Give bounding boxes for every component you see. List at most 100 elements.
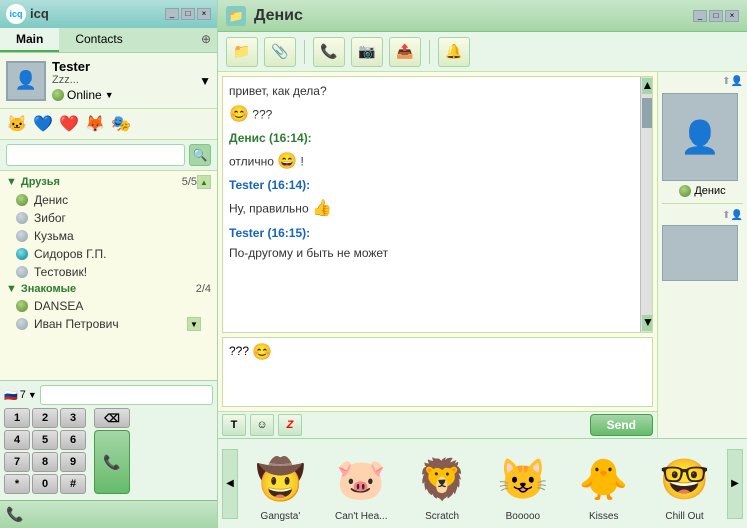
- tab-contacts[interactable]: Contacts: [59, 28, 138, 52]
- send-button[interactable]: Send: [590, 414, 653, 436]
- sidebar-scroll-up[interactable]: ⬆ 👤: [662, 76, 743, 87]
- chat-body: привет, как дела? 😊 ??? Денис (16:14): о…: [218, 72, 747, 438]
- dial-input[interactable]: [40, 385, 213, 405]
- tab-main[interactable]: Main: [0, 28, 59, 52]
- plugin-icon-1[interactable]: 🐱: [6, 113, 28, 135]
- emoji-strip-gangsta[interactable]: 🤠 Gangsta': [252, 449, 308, 522]
- dial-btn-9[interactable]: 9: [60, 452, 86, 472]
- emoji-chillout-label: Chill Out: [665, 511, 703, 522]
- group-friends-count: 5/5: [182, 176, 197, 188]
- status-dropdown-icon[interactable]: ▼: [105, 90, 114, 100]
- contact-item-testovic[interactable]: Тестовик!: [0, 263, 217, 281]
- input-area[interactable]: ??? 😊: [222, 337, 653, 407]
- user-details: Tester Zzz... Online ▼: [52, 59, 191, 102]
- backspace-button[interactable]: ⌫: [94, 408, 130, 428]
- search-input[interactable]: [6, 144, 185, 166]
- contact-item-dansea[interactable]: DANSEA: [0, 297, 217, 315]
- search-button[interactable]: 🔍: [189, 144, 211, 166]
- toolbar-separator-2: [429, 40, 430, 64]
- dial-btn-7[interactable]: 7: [4, 452, 30, 472]
- close-button[interactable]: ×: [197, 8, 211, 20]
- chat-close-button[interactable]: ×: [725, 10, 739, 22]
- toolbar-open-button[interactable]: 📁: [226, 37, 258, 67]
- group-scroll-btn[interactable]: ▲: [197, 175, 211, 189]
- add-contact-icon[interactable]: ⊕: [195, 28, 217, 52]
- chat-minimize-button[interactable]: _: [693, 10, 707, 22]
- call-button[interactable]: 📞: [94, 430, 130, 494]
- dial-btn-3[interactable]: 3: [60, 408, 86, 428]
- format-text-button[interactable]: T: [222, 414, 246, 436]
- emoji-strip-chillout[interactable]: 🤓 Chill Out: [657, 449, 713, 522]
- plugin-icon-3[interactable]: ❤️: [58, 113, 80, 135]
- emoji-button[interactable]: ☺: [250, 414, 274, 436]
- contact-item-zibog[interactable]: Зибог: [0, 209, 217, 227]
- user-dropdown-icon[interactable]: ▼: [199, 74, 211, 88]
- msg-3-body: отлично: [229, 154, 277, 168]
- contact-item-ivan[interactable]: Иван Петрович ▼: [0, 315, 217, 333]
- toolbar-attach-button[interactable]: 📎: [264, 37, 296, 67]
- dial-btn-6[interactable]: 6: [60, 430, 86, 450]
- maximize-button[interactable]: □: [181, 8, 195, 20]
- status-dot-green: [52, 89, 64, 101]
- contacts-scroll-down[interactable]: ▼: [187, 317, 201, 331]
- plugin-icon-4[interactable]: 🦊: [84, 113, 106, 135]
- user-avatar: 👤: [6, 61, 46, 101]
- dial-btn-0[interactable]: 0: [32, 474, 58, 494]
- emoji-strip-canthear[interactable]: 🐷 Can't Hea...: [333, 449, 389, 522]
- user-status-text: Zzz...: [52, 74, 191, 86]
- emoji-strip-scratch[interactable]: 🦁 Scratch: [414, 449, 470, 522]
- toolbar-share-button[interactable]: 📤: [389, 37, 421, 67]
- plugin-icon-5[interactable]: 🎭: [110, 113, 132, 135]
- dial-btn-8[interactable]: 8: [32, 452, 58, 472]
- msg-3-suffix: !: [301, 154, 304, 168]
- message-5-sender: Tester (16:15):: [229, 225, 646, 242]
- contact-item-denis[interactable]: Денис: [0, 191, 217, 209]
- app-title: icq: [30, 6, 49, 21]
- dial-btn-2[interactable]: 2: [32, 408, 58, 428]
- scroll-thumb-down[interactable]: ▼: [642, 315, 652, 331]
- dial-btn-5[interactable]: 5: [32, 430, 58, 450]
- group-friends[interactable]: ▼ Друзья 5/5 ▲: [0, 173, 217, 191]
- emoji-strip-arrow-left[interactable]: ◀: [222, 449, 238, 519]
- dial-btn-star[interactable]: *: [4, 474, 30, 494]
- status-label: Online: [67, 88, 102, 102]
- group-friends-label: Друзья: [21, 176, 60, 188]
- emoji-strip-arrow-right[interactable]: ▶: [727, 449, 743, 519]
- contact-status-dot-kuzma: [16, 230, 28, 242]
- dial-btn-1[interactable]: 1: [4, 408, 30, 428]
- chat-maximize-button[interactable]: □: [709, 10, 723, 22]
- message-3: Денис (16:14):: [229, 130, 646, 147]
- emoji-strip-booooo[interactable]: 😺 Booooo: [495, 449, 551, 522]
- emoji-booooo-label: Booooo: [506, 511, 540, 522]
- sidebar-scroll-down2[interactable]: ⬆ 👤: [662, 210, 743, 221]
- msg-2-text: ???: [252, 107, 272, 121]
- dial-btn-4[interactable]: 4: [4, 430, 30, 450]
- msg-4-sender-label: Tester (16:14):: [229, 178, 310, 192]
- chat-win-controls: _ □ ×: [693, 10, 739, 22]
- group-triangle-icon: ▼: [6, 176, 17, 188]
- phone-icon-bottom[interactable]: 📞: [6, 506, 23, 523]
- group-acquaintances[interactable]: ▼ Знакомые 2/4: [0, 281, 217, 297]
- toolbar-alert-button[interactable]: 🔔: [438, 37, 470, 67]
- plugin-icon-2[interactable]: 💙: [32, 113, 54, 135]
- contact-name-denis: Денис: [34, 193, 68, 207]
- chat-title: Денис: [254, 7, 303, 25]
- contact-item-kuzma[interactable]: Кузьма: [0, 227, 217, 245]
- messages-scrollbar[interactable]: ▲ ▼: [640, 77, 652, 332]
- msg-2-emoji: 😊: [229, 106, 249, 123]
- dial-btn-hash[interactable]: #: [60, 474, 86, 494]
- msg-4-body: Ну, правильно: [229, 202, 312, 216]
- emoji-strip-kisses[interactable]: 🐥 Kisses: [576, 449, 632, 522]
- format-z-button[interactable]: Z: [278, 414, 302, 436]
- icq-logo: icq: [6, 4, 26, 24]
- contact-item-sidorov[interactable]: Сидоров Г.П.: [0, 245, 217, 263]
- dial-flag-dropdown[interactable]: ▼: [28, 390, 37, 400]
- toolbar-phone-button[interactable]: 📞: [313, 37, 345, 67]
- emoji-strip: ◀ 🤠 Gangsta' 🐷 Can't Hea... 🦁 Scratch 😺 …: [218, 438, 747, 528]
- dial-flag[interactable]: 🇷🇺 7 ▼: [4, 389, 37, 402]
- toolbar-camera-button[interactable]: 📷: [351, 37, 383, 67]
- minimize-button[interactable]: _: [165, 8, 179, 20]
- scroll-thumb-up[interactable]: ▲: [642, 78, 652, 94]
- status-row: Online ▼: [52, 88, 191, 102]
- messages-container[interactable]: привет, как дела? 😊 ??? Денис (16:14): о…: [222, 76, 653, 333]
